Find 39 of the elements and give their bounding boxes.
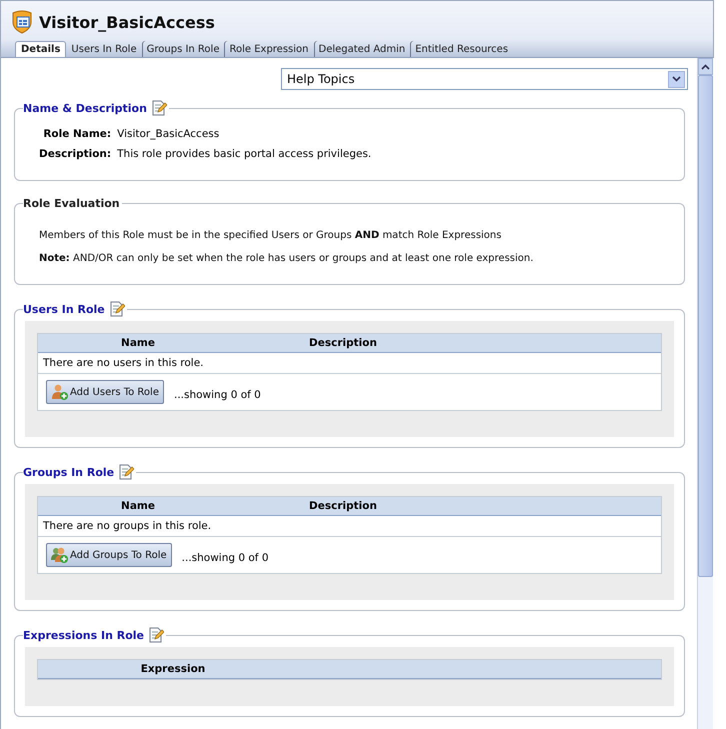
role-shield-icon xyxy=(11,10,33,34)
section-title: Expressions In Role xyxy=(23,628,144,642)
add-button[interactable]: Add Users To Role xyxy=(46,380,164,404)
edit-icon[interactable] xyxy=(118,464,134,480)
tab[interactable]: Users In Role xyxy=(66,41,142,57)
section-title: Name & Description xyxy=(23,102,147,114)
column-header: Name xyxy=(120,500,156,512)
section-title: Users In Role xyxy=(23,302,105,316)
user-add-icon xyxy=(51,383,69,401)
section-title: Groups In Role xyxy=(23,466,114,478)
empty-message: There are no groups in this role. xyxy=(38,516,661,537)
field-value: Visitor_BasicAccess xyxy=(117,128,220,140)
group-add-icon xyxy=(51,546,69,564)
info-text: Members of this Role must be in the specified Users or Groups AND match Role Expressions xyxy=(39,229,502,243)
info-text: Note: AND/OR can only be set when the role has users or groups and at least one role expression. xyxy=(39,252,534,266)
window-title: Visitor_BasicAccess xyxy=(39,12,215,32)
scroll-up-icon xyxy=(698,58,713,75)
column-header: Name xyxy=(120,337,156,349)
tab[interactable]: Role Expression xyxy=(224,41,314,57)
tab[interactable]: Details xyxy=(15,41,66,57)
tab[interactable]: Entitled Resources xyxy=(410,41,514,57)
tab[interactable]: Delegated Admin xyxy=(314,41,410,57)
field-label: Description: xyxy=(39,148,112,160)
scrollbar[interactable] xyxy=(697,58,713,729)
column-header: Expression xyxy=(140,663,206,675)
column-header: Description xyxy=(308,500,378,512)
tab[interactable]: Groups In Role xyxy=(142,41,224,57)
add-button[interactable]: Add Groups To Role xyxy=(46,543,172,567)
edit-icon[interactable] xyxy=(108,301,125,317)
edit-icon[interactable] xyxy=(148,627,164,643)
column-header: Description xyxy=(308,337,378,349)
help-topics-select[interactable]: Help Topics xyxy=(281,68,688,90)
count-text: ...showing 0 of 0 xyxy=(182,552,269,564)
edit-icon[interactable] xyxy=(150,100,167,116)
field-value: This role provides basic portal access privileges. xyxy=(117,148,372,160)
count-text: ...showing 0 of 0 xyxy=(174,389,261,401)
section-title: Role Evaluation xyxy=(23,197,120,210)
field-label: Role Name: xyxy=(42,128,112,140)
empty-message: There are no users in this role. xyxy=(38,353,661,374)
